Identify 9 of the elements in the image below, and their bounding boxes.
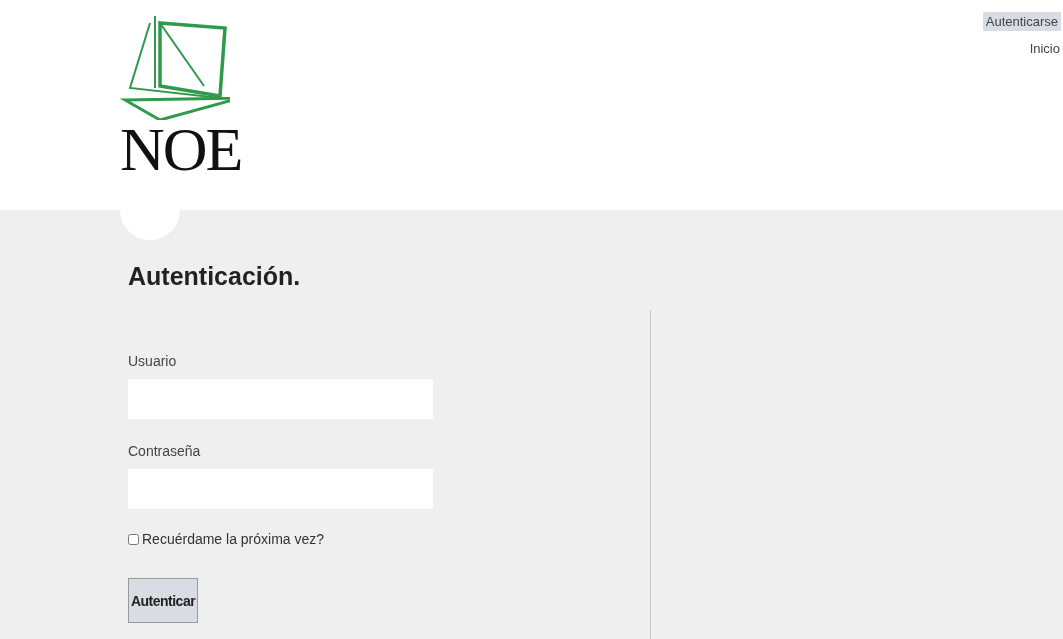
- field-label: Contraseña: [128, 443, 202, 459]
- page-heading: Autenticación.: [128, 262, 302, 291]
- remember-label: Recuérdame la próxima vez?: [142, 531, 325, 547]
- remember-checkbox[interactable]: [128, 533, 139, 545]
- nav-link[interactable]: Autenticarse: [982, 12, 1061, 31]
- nav-link[interactable]: Inicio: [1026, 39, 1063, 58]
- login-button[interactable]: Autenticar: [128, 578, 198, 623]
- field-label: Usuario: [128, 353, 178, 369]
- logo-text: NOE: [120, 118, 242, 180]
